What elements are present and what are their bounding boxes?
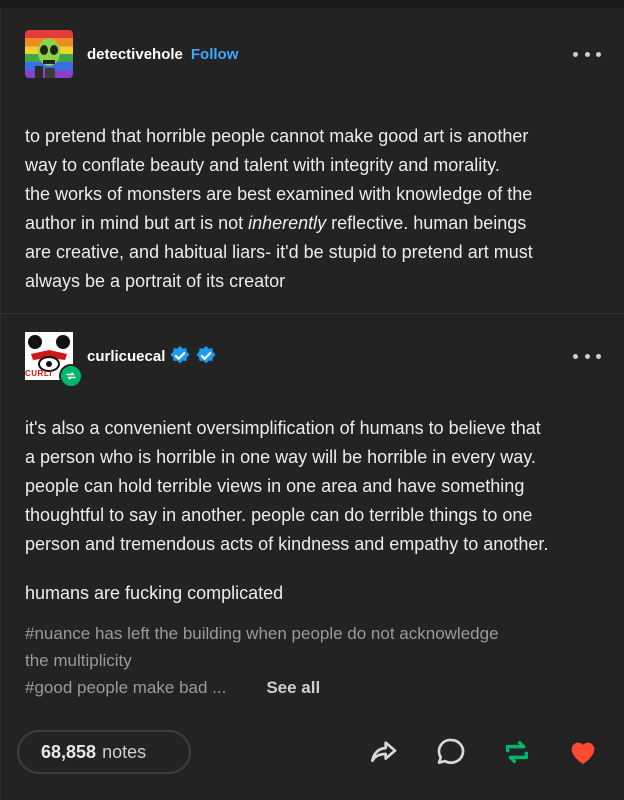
notes-count: 68,858	[41, 741, 97, 762]
avatar-caption: CURLI	[25, 369, 52, 378]
text-line: person and tremendous acts of kindness a…	[25, 534, 549, 554]
closing-line: humans are fucking complicated	[25, 583, 284, 603]
tag-link[interactable]: #nuance has left the building when peopl…	[25, 620, 605, 647]
text-line: a person who is horrible in one way will…	[25, 447, 536, 467]
tag-link[interactable]: #good people make bad ...	[25, 678, 226, 697]
emphasized-text: inherently	[248, 213, 327, 233]
text-line: author in mind but art is not inherently…	[25, 213, 527, 233]
text-line: to pretend that horrible people cannot m…	[25, 126, 529, 146]
heart-icon[interactable]	[567, 736, 599, 768]
reblog-badge-icon	[59, 364, 83, 388]
verified-badge-icon	[170, 345, 191, 364]
text-line: people can hold terrible views in one ar…	[25, 476, 525, 496]
follow-button[interactable]: Follow	[191, 46, 239, 63]
see-all-tags-button[interactable]: See all	[266, 678, 320, 697]
post-username[interactable]: detectivehole	[87, 46, 183, 63]
reblog-divider	[1, 313, 624, 314]
reply-icon[interactable]	[435, 736, 467, 768]
more-options-icon[interactable]	[573, 346, 601, 366]
avatar-detectivehole[interactable]	[25, 30, 73, 78]
avatar-curlicuecal[interactable]: CURLI	[25, 332, 83, 388]
skull-avatar-icon	[35, 38, 60, 78]
more-options-icon[interactable]	[573, 44, 601, 64]
text-line: thoughtful to say in another. people can…	[25, 505, 533, 525]
text-line: the works of monsters are best examined …	[25, 184, 533, 204]
post-header: detectivehole Follow	[25, 30, 238, 78]
reblog-username[interactable]: curlicuecal	[87, 348, 165, 365]
reblog-icon[interactable]	[501, 736, 533, 768]
post-footer: 68,858 notes	[17, 728, 609, 784]
verified-badge-icon	[196, 345, 217, 364]
post-body: to pretend that horrible people cannot m…	[25, 122, 605, 296]
text-line: always be a portrait of its creator	[25, 271, 286, 291]
notes-label: notes	[102, 741, 147, 762]
text-line: way to conflate beauty and talent with i…	[25, 155, 500, 175]
reblog-body: it's also a convenient oversimplificatio…	[25, 414, 605, 559]
tag-continuation: the multiplicity	[25, 651, 132, 670]
tag-list: #nuance has left the building when peopl…	[25, 620, 605, 701]
text-line: it's also a convenient oversimplificatio…	[25, 418, 541, 438]
post-card: detectivehole Follow to pretend that hor…	[0, 8, 624, 800]
text-line: are creative, and habitual liars- it'd b…	[25, 242, 533, 262]
share-icon[interactable]	[367, 736, 399, 768]
reblog-header: CURLI curlicuecal	[25, 332, 217, 388]
notes-button[interactable]: 68,858 notes	[17, 730, 191, 774]
